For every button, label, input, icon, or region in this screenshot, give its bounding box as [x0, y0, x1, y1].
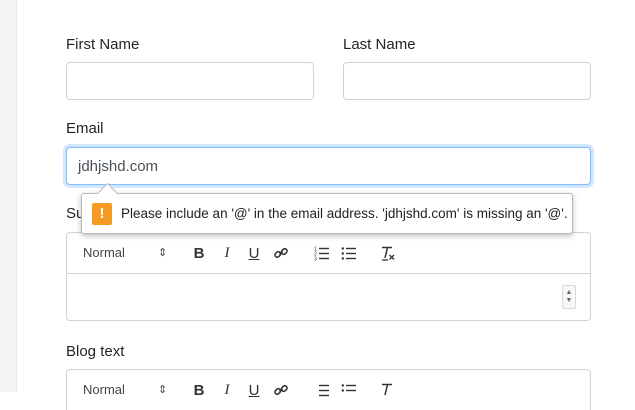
- clear-format-icon-svg: [382, 246, 395, 261]
- resize-stepper-icon[interactable]: ▲ ▼: [562, 285, 576, 309]
- blog-bullet-list-icon[interactable]: [339, 380, 359, 400]
- subject-editor-toolbar: Normal ⇕ B I U 1 2 3: [66, 232, 591, 273]
- blog-ordered-list-icon-svg: [319, 384, 329, 397]
- blog-text-label: Blog text: [66, 343, 125, 360]
- select-caret-icon: ⇕: [158, 247, 168, 259]
- bullet-list-icon-svg: [341, 247, 356, 260]
- first-name-input[interactable]: [66, 62, 314, 100]
- last-name-input[interactable]: [343, 62, 591, 100]
- italic-button[interactable]: I: [217, 243, 237, 263]
- blog-editor-toolbar: Normal ⇕ B I U: [66, 369, 591, 410]
- warning-icon: !: [92, 202, 112, 225]
- blog-bullet-list-icon-svg: [341, 384, 356, 392]
- email-value: jdhjshd.com: [78, 158, 159, 175]
- blog-format-select[interactable]: Normal: [83, 382, 125, 397]
- left-gutter: [0, 0, 17, 392]
- blog-ordered-list-icon[interactable]: [312, 380, 332, 400]
- email-input[interactable]: jdhjshd.com: [66, 147, 591, 185]
- blog-select-caret-icon: ⇕: [158, 384, 168, 396]
- blog-bold-button[interactable]: B: [189, 380, 209, 400]
- clear-format-icon[interactable]: [378, 243, 398, 263]
- blog-clear-format-icon-svg: [382, 383, 392, 396]
- underline-button[interactable]: U: [244, 243, 264, 263]
- bold-button[interactable]: B: [189, 243, 209, 263]
- last-name-label: Last Name: [343, 36, 416, 53]
- first-name-label: First Name: [66, 36, 140, 53]
- format-select[interactable]: Normal: [83, 245, 125, 260]
- email-validation-tooltip: ! Please include an '@' in the email add…: [81, 193, 573, 234]
- ordered-list-icon[interactable]: 1 2 3: [312, 243, 332, 263]
- stepper-up-icon: ▲: [565, 289, 573, 296]
- bullet-list-icon[interactable]: [339, 243, 359, 263]
- blog-link-icon[interactable]: [271, 380, 291, 400]
- blog-underline-button[interactable]: U: [244, 380, 264, 400]
- blog-clear-format-icon[interactable]: [378, 380, 398, 400]
- validation-message: Please include an '@' in the email addre…: [121, 206, 568, 221]
- blog-link-icon-svg: [274, 384, 288, 396]
- stepper-down-icon: ▼: [565, 297, 573, 304]
- blog-italic-button[interactable]: I: [217, 380, 237, 400]
- email-label: Email: [66, 120, 104, 137]
- link-icon[interactable]: [271, 243, 291, 263]
- svg-text:3: 3: [314, 257, 317, 262]
- subject-editor-area[interactable]: ▲ ▼: [66, 273, 591, 321]
- link-icon-svg: [274, 247, 288, 259]
- ordered-list-icon-svg: 1 2 3: [314, 247, 329, 262]
